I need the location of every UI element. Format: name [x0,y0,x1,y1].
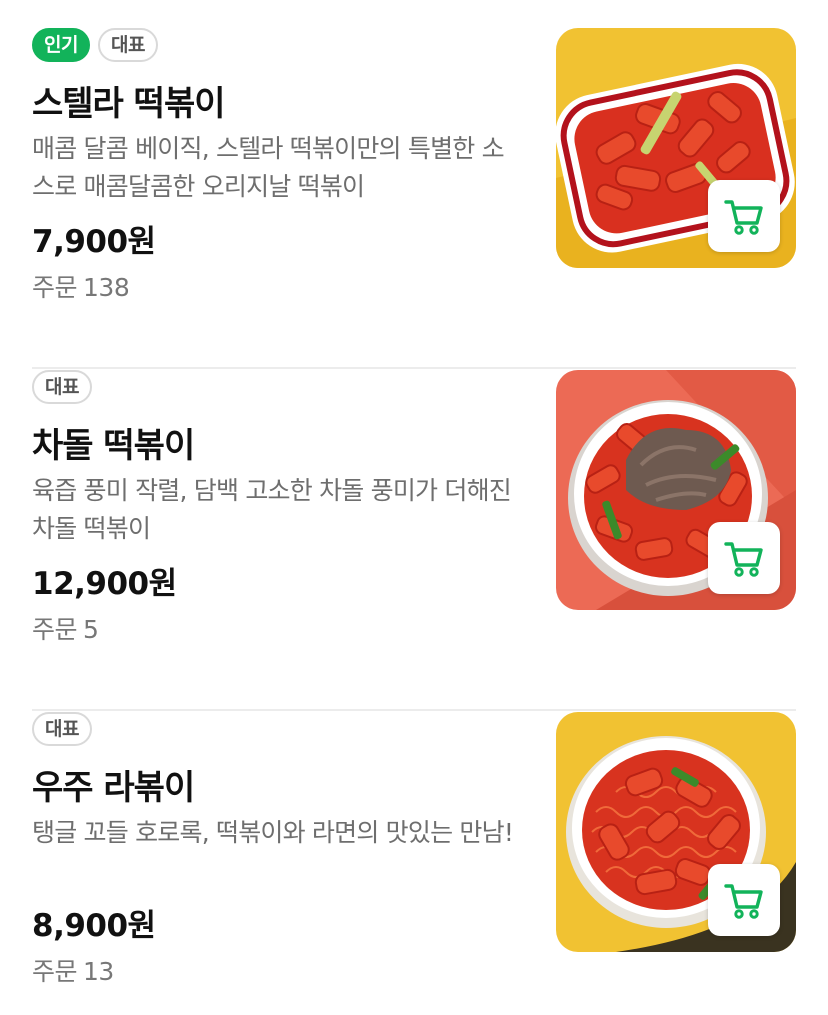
add-to-cart-button[interactable] [708,864,780,936]
order-count-label: 주문 [32,957,78,986]
add-to-cart-button[interactable] [708,180,780,252]
signature-badge: 대표 [97,28,158,62]
menu-item-chadol-tteokbokki[interactable]: 대표 차돌 떡볶이 육즙 풍미 작렬, 담백 고소한 차돌 풍미가 더해진 차돌… [32,370,796,711]
menu-item-description: 매콤 달콤 베이직, 스텔라 떡볶이만의 특별한 소스로 매콤달콤한 오리지날 … [32,134,505,201]
order-count-value: 13 [83,957,114,986]
order-count: 주문 5 [32,610,104,646]
menu-item-price: 7,900원 [32,224,156,260]
badge-group: 대표 [32,370,92,406]
menu-item-woozoo-rabokki[interactable]: 대표 우주 라볶이 탱글 꼬들 호로록, 떡볶이와 라면의 맛있는 만남! 8,… [32,712,796,1015]
menu-item-description: 육즙 풍미 작렬, 담백 고소한 차돌 풍미가 더해진 차돌 떡볶이 [32,476,512,543]
badge-group: 인기 대표 [32,28,158,64]
menu-item-name: 차돌 떡볶이 [32,426,195,466]
menu-item-price: 8,900원 [32,908,156,944]
menu-item-name: 스텔라 떡볶이 [32,84,226,124]
badge-group: 대표 [32,712,92,748]
signature-badge: 대표 [32,370,92,404]
menu-item-price: 12,900원 [32,566,177,602]
menu-item-image[interactable] [556,712,796,952]
order-count: 주문 13 [32,952,120,988]
popular-badge: 인기 [32,28,90,62]
cart-icon [724,542,763,577]
order-count-label: 주문 [32,273,78,302]
order-count: 주문 138 [32,268,135,304]
menu-list: 인기 대표 스텔라 떡볶이 매콤 달콤 베이직, 스텔라 떡볶이만의 특별한 소… [0,0,828,1015]
menu-item-stella-tteokbokki[interactable]: 인기 대표 스텔라 떡볶이 매콤 달콤 베이직, 스텔라 떡볶이만의 특별한 소… [32,28,796,369]
order-count-value: 138 [83,273,130,302]
order-count-label: 주문 [32,615,78,644]
menu-item-description: 탱글 꼬들 호로록, 떡볶이와 라면의 맛있는 만남! [32,818,514,847]
order-count-value: 5 [83,615,99,644]
add-to-cart-button[interactable] [708,522,780,594]
signature-badge: 대표 [32,712,92,746]
cart-icon [724,884,763,919]
cart-icon [724,200,763,235]
menu-item-image[interactable] [556,370,796,610]
menu-item-name: 우주 라볶이 [32,768,195,808]
menu-item-image[interactable] [556,28,796,268]
